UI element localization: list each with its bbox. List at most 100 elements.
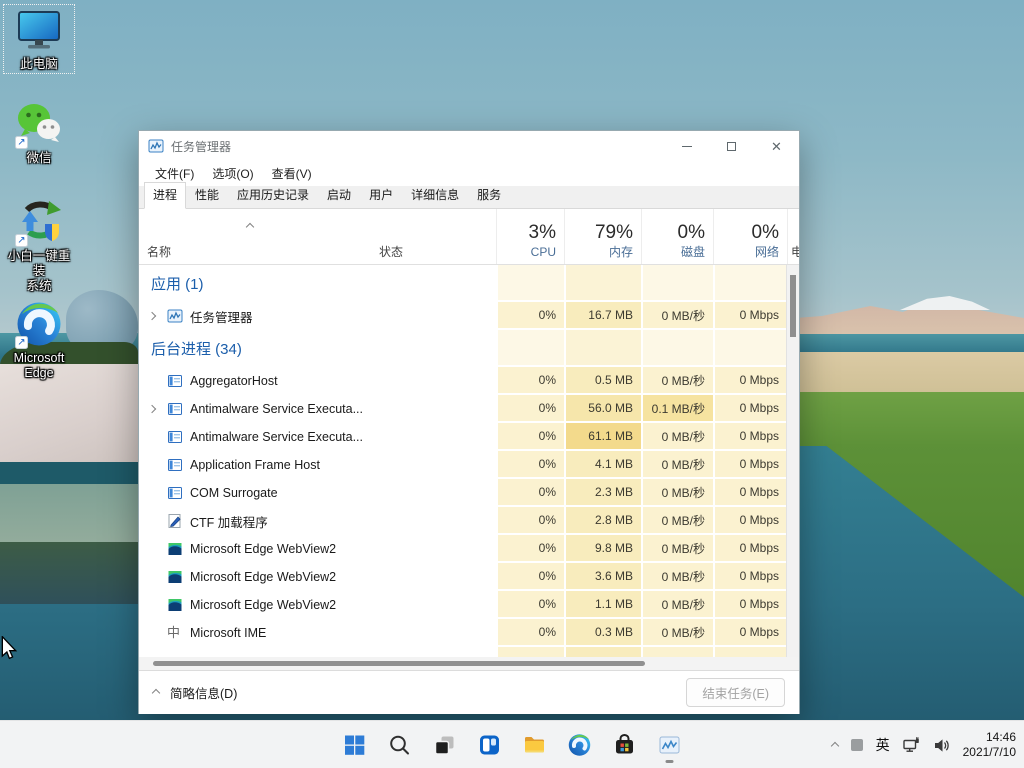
- shortcut-arrow-icon: ↗: [15, 234, 28, 247]
- edge-button[interactable]: [561, 725, 599, 765]
- status-cell: [371, 265, 496, 302]
- process-row[interactable]: 中 Microsoft IME 0% 0.3 MB 0 MB/秒 0 Mbps: [139, 619, 799, 647]
- status-cell: [371, 563, 496, 591]
- edge-webview-icon: [167, 597, 183, 613]
- name-cell: Microsoft Edge WebView2: [139, 591, 371, 619]
- process-row[interactable]: Antimalware Service Executa... 0% 61.1 MB 0…: [139, 423, 799, 451]
- process-row[interactable]: Microsoft Edge WebView2 0% 3.6 MB 0 MB/秒 0 M…: [139, 563, 799, 591]
- process-row[interactable]: Application Frame Host 0% 4.1 MB 0 MB/秒 0 Mb…: [139, 451, 799, 479]
- tab-services[interactable]: 服务: [468, 182, 510, 208]
- column-header-disk[interactable]: 0% 磁盘: [641, 209, 713, 264]
- task-view-button[interactable]: [426, 725, 464, 765]
- net-cell: 0 Mbps: [713, 302, 787, 330]
- desktop-icon-edge[interactable]: ↗ Microsoft Edge: [5, 300, 73, 381]
- process-row[interactable]: COM Surrogate 0% 2.3 MB 0 MB/秒 0 Mbps: [139, 479, 799, 507]
- name-cell: Antimalware Service Executa...: [139, 423, 371, 451]
- process-row[interactable]: Antimalware Service Executa... 0% 56.0 MB 0…: [139, 395, 799, 423]
- show-hidden-icons-button[interactable]: [830, 736, 839, 754]
- window-title: 任务管理器: [171, 139, 232, 154]
- column-header-status[interactable]: 状态: [371, 209, 496, 264]
- process-name: COM Surrogate: [190, 486, 278, 500]
- tray-date: 2021/7/10: [962, 745, 1016, 759]
- cpu-cell: 0%: [496, 451, 564, 479]
- tab-processes[interactable]: 进程: [144, 182, 187, 209]
- desktop-icon-this-pc[interactable]: 此电脑: [3, 4, 75, 74]
- tab-performance[interactable]: 性能: [186, 182, 228, 208]
- process-row[interactable]: CTF 加载程序 0% 2.8 MB 0 MB/秒 0 Mbps: [139, 507, 799, 535]
- maximize-button[interactable]: [709, 131, 754, 161]
- close-button[interactable]: ✕: [754, 131, 799, 161]
- column-header-cpu[interactable]: 3% CPU: [496, 209, 564, 264]
- network-icon[interactable]: [902, 736, 920, 754]
- desktop-icon-xiaobai-reinstall[interactable]: ↗ 小白一键重装 系统: [5, 198, 73, 294]
- name-cell: AggregatorHost: [139, 367, 371, 395]
- tab-details[interactable]: 详细信息: [402, 182, 468, 208]
- process-row[interactable]: Microsoft Edge WebView2 0% 9.8 MB 0 MB/秒 0 M…: [139, 535, 799, 563]
- status-cell: [371, 395, 496, 423]
- process-name: Microsoft Edge WebView2: [190, 598, 337, 612]
- net-cell: 0 Mbps: [713, 619, 787, 647]
- maximize-icon: [727, 141, 736, 151]
- task-manager-taskbar-button[interactable]: [651, 725, 689, 765]
- group-row[interactable]: 后台进程 (34): [139, 330, 799, 367]
- expand-chevron-icon[interactable]: [147, 404, 167, 414]
- process-row[interactable]: Microsoft Edge WebView2 0% 1.1 MB 0 MB/秒 0 M…: [139, 591, 799, 619]
- tab-bar: 进程 性能 应用历史记录 启动 用户 详细信息 服务: [139, 182, 799, 209]
- app-window-icon: [167, 429, 183, 445]
- system-tray: 英 14:46 2021/7/10: [830, 721, 1016, 768]
- task-view-icon: [434, 736, 454, 755]
- vertical-scrollbar-thumb[interactable]: [790, 275, 796, 337]
- process-row[interactable]: 任务管理器 0% 16.7 MB 0 MB/秒 0 Mbps: [139, 302, 799, 330]
- mem-cell: [564, 265, 641, 302]
- tray-app-icon[interactable]: [850, 739, 863, 751]
- tab-app-history[interactable]: 应用历史记录: [228, 182, 318, 208]
- cpu-cell: [496, 265, 564, 302]
- net-cell: 0 Mbps: [713, 395, 787, 423]
- folder-icon: [525, 737, 544, 753]
- group-row[interactable]: 应用 (1): [139, 265, 799, 302]
- cpu-cell: [496, 330, 564, 367]
- tab-startup[interactable]: 启动: [318, 182, 360, 208]
- disk-cell: 0 MB/秒: [641, 451, 713, 479]
- end-task-button[interactable]: 结束任务(E): [686, 678, 785, 707]
- mem-cell: 2.8 MB: [564, 507, 641, 535]
- volume-icon[interactable]: [933, 737, 950, 754]
- running-indicator: [665, 760, 674, 763]
- ime-indicator[interactable]: 英: [876, 735, 890, 755]
- minimize-icon: [681, 145, 692, 147]
- taskbar-clock[interactable]: 14:46 2021/7/10: [963, 730, 1016, 760]
- name-cell: 后台进程 (34): [139, 330, 371, 367]
- name-cell: [139, 647, 371, 657]
- file-explorer-button[interactable]: [516, 725, 554, 765]
- vertical-scrollbar[interactable]: [786, 265, 799, 657]
- expand-chevron-icon[interactable]: [147, 311, 167, 321]
- name-cell: Microsoft Edge WebView2: [139, 535, 371, 563]
- disk-cell: 0 MB/秒: [641, 563, 713, 591]
- minimize-button[interactable]: [664, 131, 709, 161]
- column-header-memory[interactable]: 79% 内存: [564, 209, 641, 264]
- tab-users[interactable]: 用户: [360, 182, 402, 208]
- horizontal-scrollbar[interactable]: [139, 657, 799, 670]
- store-button[interactable]: [606, 725, 644, 765]
- name-cell: 应用 (1): [139, 265, 371, 302]
- titlebar[interactable]: 任务管理器 ✕: [139, 131, 799, 161]
- details-toggle[interactable]: 简略信息(D): [151, 683, 237, 702]
- status-cell: [371, 619, 496, 647]
- column-header-name[interactable]: 名称: [139, 209, 371, 264]
- column-header-network[interactable]: 0% 网络: [713, 209, 787, 264]
- start-button[interactable]: [336, 725, 374, 765]
- process-row[interactable]: AggregatorHost 0% 0.5 MB 0 MB/秒 0 Mbps: [139, 367, 799, 395]
- status-cell: [371, 535, 496, 563]
- desktop-icon-wechat[interactable]: ↗ 微信: [5, 100, 73, 166]
- cpu-total: 3%: [528, 222, 556, 243]
- mem-cell: [564, 330, 641, 367]
- cpu-cell: 0%: [496, 423, 564, 451]
- tray-time: 14:46: [985, 730, 1016, 744]
- process-name: Antimalware Service Executa...: [190, 402, 363, 416]
- edge-icon: ↗: [15, 300, 63, 349]
- search-button[interactable]: [381, 725, 419, 765]
- column-header-power[interactable]: 电: [787, 209, 799, 264]
- mem-cell: 61.1 MB: [564, 423, 641, 451]
- widgets-button[interactable]: [471, 725, 509, 765]
- horizontal-scrollbar-thumb[interactable]: [153, 661, 645, 666]
